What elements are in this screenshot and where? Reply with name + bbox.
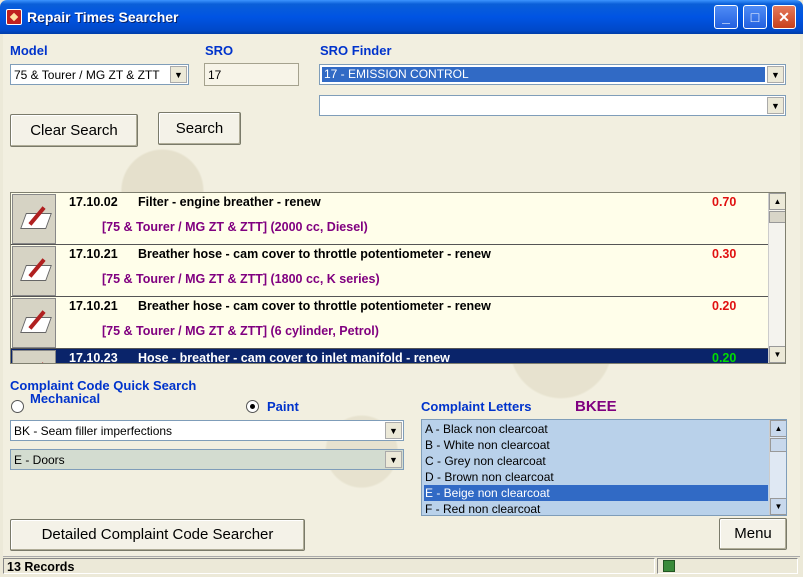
sro-label: SRO (205, 43, 234, 58)
complaint-area-value: E - Doors (14, 453, 65, 467)
operation-description: Hose - breather - cam cover to inlet man… (138, 351, 450, 364)
title-bar[interactable]: Repair Times Searcher _ □ ✕ (0, 0, 803, 34)
repair-time: 0.20 (712, 299, 737, 313)
repair-time: 0.20 (712, 351, 737, 364)
scroll-up-icon[interactable]: ▲ (769, 193, 785, 210)
mechanical-radio-label[interactable]: Mechanical (30, 392, 114, 408)
sro-code: 17.10.21 (69, 247, 118, 261)
sro-input[interactable]: 17 (204, 63, 299, 86)
mechanical-radio[interactable] (11, 400, 24, 413)
list-item[interactable]: C - Grey non clearcoat (424, 453, 768, 469)
result-row[interactable]: 17.10.02 Filter - engine breather - rene… (11, 193, 769, 245)
repair-time: 0.30 (712, 247, 737, 261)
status-bar: 13 Records (3, 556, 800, 574)
maximize-button[interactable]: □ (743, 5, 767, 29)
list-item[interactable]: A - Black non clearcoat (424, 421, 768, 437)
records-count: 13 Records (7, 560, 75, 574)
clear-search-button[interactable]: Clear Search (10, 114, 138, 147)
complaint-letters-label: Complaint Letters (421, 399, 532, 414)
search-button[interactable]: Search (158, 112, 241, 145)
result-row[interactable]: 17.10.21 Breather hose - cam cover to th… (11, 297, 769, 349)
model-dropdown[interactable]: 75 & Tourer / MG ZT & ZTT ▼ (10, 64, 189, 85)
chevron-down-icon[interactable]: ▼ (385, 422, 402, 439)
detailed-complaint-searcher-label: Detailed Complaint Code Searcher (41, 526, 274, 543)
paint-radio-label[interactable]: Paint (267, 399, 299, 414)
paint-radio[interactable] (246, 400, 259, 413)
window-title: Repair Times Searcher (27, 9, 179, 25)
sro-value: 17 (208, 68, 222, 82)
letters-scrollbar[interactable]: ▲ ▼ (769, 420, 786, 515)
complaint-letters-list[interactable]: A - Black non clearcoat B - White non cl… (421, 419, 787, 516)
minimize-button[interactable]: _ (714, 5, 738, 29)
status-records-panel: 13 Records (3, 558, 655, 574)
results-scrollbar[interactable]: ▲ ▼ (768, 193, 785, 363)
complaint-area-dropdown[interactable]: E - Doors ▼ (10, 449, 404, 470)
results-list[interactable]: 17.10.02 Filter - engine breather - rene… (10, 192, 786, 364)
sro-code: 17.10.21 (69, 299, 118, 313)
chevron-down-icon[interactable]: ▼ (385, 451, 402, 468)
sro-finder-dropdown[interactable]: 17 - EMISSION CONTROL ▼ (319, 64, 786, 85)
complaint-code-dropdown[interactable]: BK - Seam filler imperfections ▼ (10, 420, 404, 441)
sro-finder-label: SRO Finder (320, 43, 392, 58)
result-row[interactable]: 17.10.21 Breather hose - cam cover to th… (11, 245, 769, 297)
sro-finder-sub-dropdown[interactable]: ▼ (319, 95, 786, 116)
scroll-down-icon[interactable]: ▼ (769, 346, 785, 363)
model-variant: [75 & Tourer / MG ZT & ZTT] (6 cylinder,… (102, 324, 379, 338)
list-item[interactable]: B - White non clearcoat (424, 437, 768, 453)
menu-label: Menu (734, 525, 772, 542)
list-item-selected[interactable]: E - Beige non clearcoat (424, 485, 768, 501)
sro-finder-value: 17 - EMISSION CONTROL (322, 67, 765, 82)
edit-note-icon[interactable] (12, 246, 56, 296)
client-area: Model 75 & Tourer / MG ZT & ZTT ▼ SRO 17… (3, 34, 800, 556)
operation-description: Breather hose - cam cover to throttle po… (138, 247, 491, 261)
result-row-selected[interactable]: 17.10.23 Hose - breather - cam cover to … (11, 349, 769, 364)
detailed-complaint-searcher-button[interactable]: Detailed Complaint Code Searcher (10, 519, 305, 551)
edit-note-icon[interactable] (12, 298, 56, 348)
operation-description: Filter - engine breather - renew (138, 195, 321, 209)
status-icon-panel (657, 558, 798, 574)
complaint-code-value: BK - Seam filler imperfections (14, 424, 173, 438)
close-button[interactable]: ✕ (772, 5, 796, 29)
scroll-up-icon[interactable]: ▲ (770, 420, 786, 437)
chevron-down-icon[interactable]: ▼ (767, 66, 784, 83)
repair-time: 0.70 (712, 195, 737, 209)
search-label: Search (175, 120, 224, 137)
scroll-down-icon[interactable]: ▼ (770, 498, 786, 515)
operation-description: Breather hose - cam cover to throttle po… (138, 299, 491, 313)
model-variant: [75 & Tourer / MG ZT & ZTT] (2000 cc, Di… (102, 220, 368, 234)
network-status-icon (663, 560, 675, 572)
edit-note-icon[interactable] (12, 194, 56, 244)
model-value: 75 & Tourer / MG ZT & ZTT (14, 68, 160, 82)
clear-search-label: Clear Search (30, 122, 118, 139)
menu-button[interactable]: Menu (719, 518, 787, 550)
edit-note-icon[interactable] (12, 350, 56, 363)
model-variant: [75 & Tourer / MG ZT & ZTT] (1800 cc, K … (102, 272, 380, 286)
complaint-section-label: Complaint Code Quick Search (10, 378, 197, 393)
sro-code: 17.10.23 (69, 351, 118, 364)
list-item[interactable]: F - Red non clearcoat (424, 501, 768, 515)
sro-code: 17.10.02 (69, 195, 118, 209)
list-item[interactable]: D - Brown non clearcoat (424, 469, 768, 485)
scroll-thumb[interactable] (770, 438, 786, 452)
chevron-down-icon[interactable]: ▼ (170, 66, 187, 83)
app-icon[interactable] (6, 9, 22, 25)
complaint-letters-value: BKEE (575, 398, 617, 415)
scroll-thumb[interactable] (769, 211, 785, 223)
chevron-down-icon[interactable]: ▼ (767, 97, 784, 114)
model-label: Model (10, 43, 48, 58)
